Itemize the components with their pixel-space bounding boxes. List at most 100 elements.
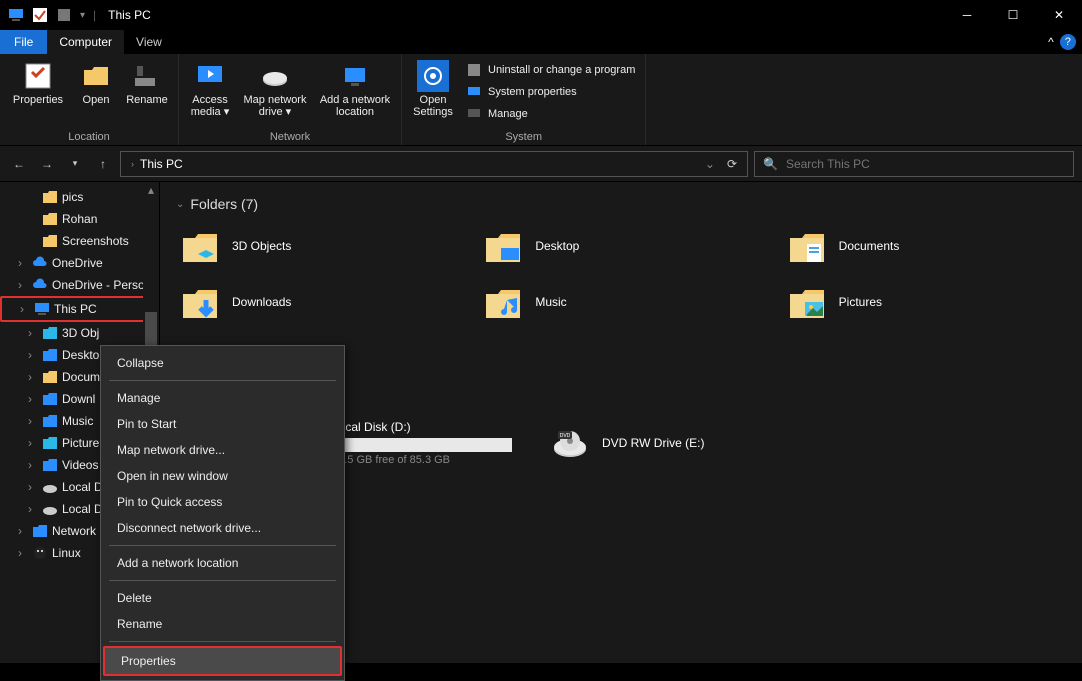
drive-free: 84.5 GB free of 85.3 GB bbox=[332, 454, 512, 466]
scroll-up-icon[interactable]: ▴ bbox=[143, 182, 159, 198]
caret-icon[interactable]: › bbox=[18, 524, 28, 538]
help-icon[interactable]: ? bbox=[1060, 34, 1076, 50]
back-button[interactable]: ← bbox=[8, 153, 30, 175]
folder-item[interactable]: 3D Objects bbox=[176, 222, 459, 270]
caret-icon[interactable]: › bbox=[28, 458, 38, 472]
forward-button[interactable]: → bbox=[36, 153, 58, 175]
close-button[interactable]: ✕ bbox=[1036, 0, 1082, 30]
video-icon bbox=[42, 457, 58, 473]
system-properties-button[interactable]: System properties bbox=[462, 82, 639, 102]
tree-item[interactable]: ›This PC bbox=[0, 296, 159, 322]
context-menu-item[interactable]: Pin to Quick access bbox=[101, 489, 344, 515]
tree-label: OneDrive bbox=[52, 256, 103, 270]
caret-icon[interactable]: › bbox=[18, 546, 28, 560]
qat-dropdown-icon[interactable]: ▾ bbox=[80, 10, 85, 21]
music-folder-icon bbox=[483, 282, 523, 322]
uninstall-button[interactable]: Uninstall or change a program bbox=[462, 60, 639, 80]
folder-item[interactable]: Documents bbox=[783, 222, 1066, 270]
context-menu-item[interactable]: Map network drive... bbox=[101, 437, 344, 463]
file-menu[interactable]: File bbox=[0, 30, 47, 54]
access-media-button[interactable]: Access media ▾ bbox=[185, 58, 235, 118]
tree-item[interactable]: › OneDrive bbox=[0, 252, 159, 274]
window-title: This PC bbox=[108, 8, 151, 22]
search-input[interactable] bbox=[786, 157, 1065, 171]
folder-item[interactable]: Music bbox=[479, 278, 762, 326]
context-menu-item[interactable]: Properties bbox=[103, 646, 342, 676]
context-menu-item[interactable]: Rename bbox=[101, 611, 344, 637]
context-menu-item[interactable]: Collapse bbox=[101, 350, 344, 376]
caret-icon[interactable]: › bbox=[28, 326, 38, 340]
linux-icon bbox=[32, 545, 48, 561]
breadcrumb[interactable]: This PC bbox=[140, 157, 183, 171]
folder-item[interactable]: Downloads bbox=[176, 278, 459, 326]
context-menu-item[interactable]: Add a network location bbox=[101, 550, 344, 576]
refresh-icon[interactable]: ⟳ bbox=[721, 157, 743, 171]
folder-icon bbox=[42, 233, 58, 249]
tab-computer[interactable]: Computer bbox=[47, 30, 124, 54]
folder-name: 3D Objects bbox=[232, 239, 291, 253]
docs-icon bbox=[42, 369, 58, 385]
context-menu-item[interactable]: Manage bbox=[101, 385, 344, 411]
folder-item[interactable]: Pictures bbox=[783, 278, 1066, 326]
disk-icon bbox=[42, 479, 58, 495]
add-location-button[interactable]: Add a network location bbox=[315, 58, 395, 118]
context-menu-item[interactable]: Delete bbox=[101, 585, 344, 611]
context-menu-item[interactable]: Disconnect network drive... bbox=[101, 515, 344, 541]
caret-icon[interactable]: › bbox=[18, 256, 28, 270]
tree-label: Music bbox=[62, 414, 93, 428]
pics-folder-icon bbox=[787, 282, 827, 322]
folders-header[interactable]: ⌄ Folders (7) bbox=[176, 196, 1066, 212]
context-menu-item[interactable]: Pin to Start bbox=[101, 411, 344, 437]
separator bbox=[109, 545, 336, 546]
open-settings-button[interactable]: Open Settings bbox=[408, 58, 458, 118]
caret-icon[interactable]: › bbox=[28, 392, 38, 406]
caret-icon[interactable]: › bbox=[18, 278, 28, 292]
caret-icon[interactable]: › bbox=[20, 302, 30, 316]
map-drive-button[interactable]: Map network drive ▾ bbox=[239, 58, 311, 118]
chevron-icon[interactable]: › bbox=[131, 159, 134, 169]
minimize-button[interactable]: ─ bbox=[944, 0, 990, 30]
tree-item[interactable]: Rohan bbox=[0, 208, 159, 230]
properties-button[interactable]: Properties bbox=[6, 58, 70, 106]
caret-icon[interactable]: › bbox=[28, 370, 38, 384]
folder-name: Music bbox=[535, 295, 566, 309]
qat-icon[interactable] bbox=[56, 7, 72, 23]
desktop-folder-icon bbox=[483, 226, 523, 266]
tree-label: Downl bbox=[62, 392, 95, 406]
drive-icon: DVD bbox=[550, 423, 590, 463]
tree-item[interactable]: ›3D Obj bbox=[0, 322, 159, 344]
tree-label: Deskto bbox=[62, 348, 99, 362]
tree-label: pics bbox=[62, 190, 83, 204]
caret-icon[interactable]: › bbox=[28, 414, 38, 428]
docs-folder-icon bbox=[787, 226, 827, 266]
drive-item[interactable]: DVDDVD RW Drive (E:) bbox=[546, 416, 796, 470]
cloud-icon bbox=[32, 277, 48, 293]
desktop-icon bbox=[42, 347, 58, 363]
caret-icon[interactable]: › bbox=[28, 436, 38, 450]
open-button[interactable]: Open bbox=[74, 58, 118, 106]
title-bar: ▾ | This PC ─ ☐ ✕ bbox=[0, 0, 1082, 30]
tree-item[interactable]: Screenshots bbox=[0, 230, 159, 252]
folder-item[interactable]: Desktop bbox=[479, 222, 762, 270]
manage-button[interactable]: Manage bbox=[462, 104, 639, 124]
disk-icon bbox=[42, 501, 58, 517]
up-button[interactable]: ↑ bbox=[92, 153, 114, 175]
rename-button[interactable]: Rename bbox=[122, 58, 172, 106]
caret-icon[interactable]: › bbox=[28, 480, 38, 494]
ribbon-collapse-icon[interactable]: ^ bbox=[1048, 35, 1054, 49]
recent-button[interactable]: ▾ bbox=[64, 153, 86, 175]
address-bar[interactable]: › This PC ⌄ ⟳ bbox=[120, 151, 748, 177]
tree-label: Docum bbox=[62, 370, 100, 384]
caret-icon[interactable]: › bbox=[28, 348, 38, 362]
tree-item[interactable]: pics bbox=[0, 186, 159, 208]
context-menu-item[interactable]: Open in new window bbox=[101, 463, 344, 489]
caret-icon[interactable]: › bbox=[28, 502, 38, 516]
tree-item[interactable]: ›OneDrive - Person bbox=[0, 274, 159, 296]
address-dropdown-icon[interactable]: ⌄ bbox=[705, 157, 715, 171]
svg-text:DVD: DVD bbox=[560, 433, 571, 439]
maximize-button[interactable]: ☐ bbox=[990, 0, 1036, 30]
search-box[interactable]: 🔍 bbox=[754, 151, 1074, 177]
checkbox-icon[interactable] bbox=[32, 7, 48, 23]
chevron-down-icon[interactable]: ⌄ bbox=[176, 199, 184, 210]
tab-view[interactable]: View bbox=[124, 30, 174, 54]
